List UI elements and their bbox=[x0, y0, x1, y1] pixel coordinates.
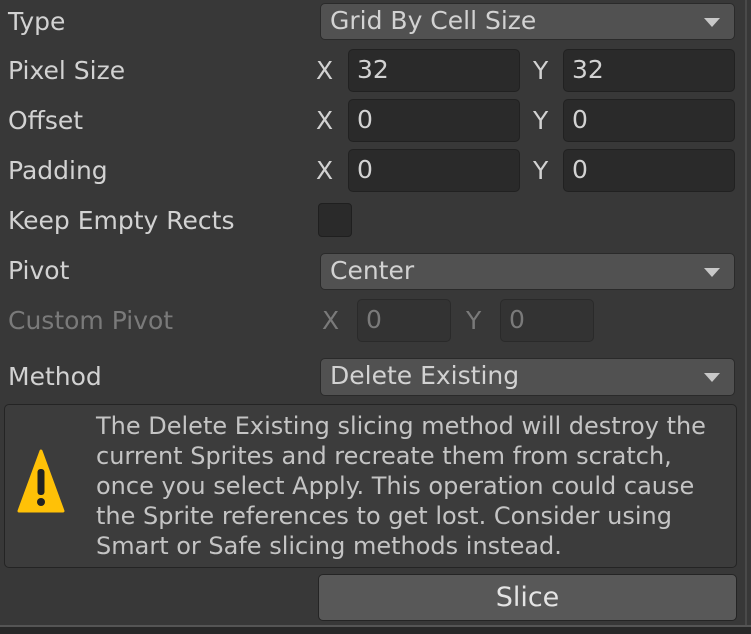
pixel-size-y-label: Y bbox=[533, 56, 549, 85]
pixel-size-x-label: X bbox=[316, 56, 334, 85]
chevron-down-icon bbox=[704, 373, 720, 382]
type-label: Type bbox=[8, 7, 66, 36]
pixel-size-label: Pixel Size bbox=[8, 56, 126, 85]
offset-y-label: Y bbox=[533, 106, 549, 135]
custom-pivot-y-label: Y bbox=[466, 306, 482, 335]
custom-pivot-x-label: X bbox=[322, 306, 340, 335]
keep-empty-rects-label: Keep Empty Rects bbox=[8, 206, 235, 235]
method-label: Method bbox=[8, 362, 102, 391]
offset-y-field[interactable]: 0 bbox=[563, 99, 735, 142]
warning-text: The Delete Existing slicing method will … bbox=[96, 412, 706, 560]
panel-bottom-shadow bbox=[0, 627, 751, 634]
warning-help-box: The Delete Existing slicing method will … bbox=[4, 404, 737, 568]
pixel-size-x-field[interactable]: 32 bbox=[348, 49, 520, 92]
pivot-label: Pivot bbox=[8, 256, 70, 285]
offset-x-label: X bbox=[316, 106, 334, 135]
padding-x-field[interactable]: 0 bbox=[348, 149, 520, 192]
padding-y-field[interactable]: 0 bbox=[563, 149, 735, 192]
panel-right-border bbox=[745, 0, 747, 626]
offset-label: Offset bbox=[8, 106, 84, 135]
keep-empty-rects-checkbox[interactable] bbox=[318, 203, 352, 237]
custom-pivot-x-field: 0 bbox=[357, 299, 451, 342]
offset-x-field[interactable]: 0 bbox=[348, 99, 520, 142]
padding-y-label: Y bbox=[533, 156, 549, 185]
padding-x-label: X bbox=[316, 156, 334, 185]
method-value: Delete Existing bbox=[330, 361, 520, 390]
method-dropdown[interactable]: Delete Existing bbox=[320, 358, 735, 396]
type-value: Grid By Cell Size bbox=[330, 6, 537, 35]
custom-pivot-y-field: 0 bbox=[500, 299, 594, 342]
pivot-value: Center bbox=[330, 256, 415, 285]
type-dropdown[interactable]: Grid By Cell Size bbox=[320, 3, 735, 40]
padding-label: Padding bbox=[8, 156, 108, 185]
chevron-down-icon bbox=[704, 268, 720, 277]
pivot-dropdown[interactable]: Center bbox=[320, 253, 735, 290]
slice-button[interactable]: Slice bbox=[318, 574, 737, 621]
warning-icon bbox=[17, 449, 65, 513]
chevron-down-icon bbox=[704, 18, 720, 27]
custom-pivot-label: Custom Pivot bbox=[8, 306, 174, 335]
pixel-size-y-field[interactable]: 32 bbox=[563, 49, 735, 92]
